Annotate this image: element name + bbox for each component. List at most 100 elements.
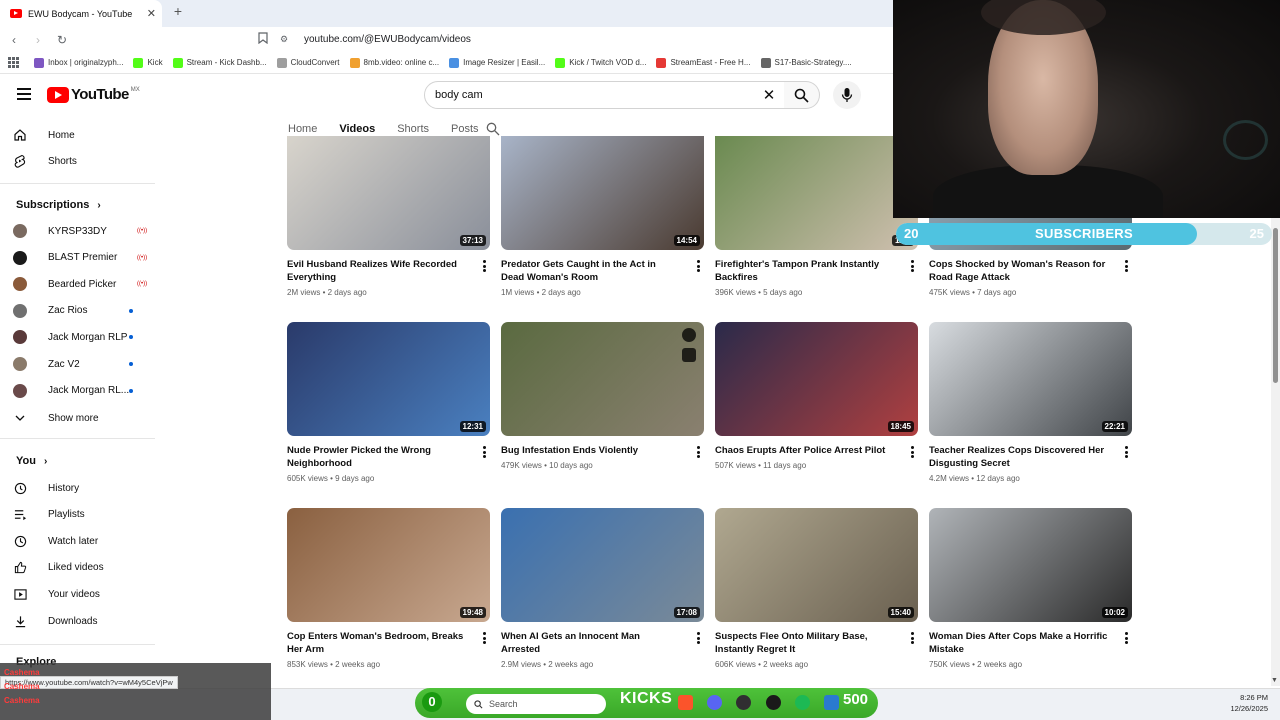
sidebar-item-downloads[interactable]: Downloads [0,608,155,634]
sidebar-item-subscription[interactable]: Jack Morgan RLP [0,324,155,350]
video-title[interactable]: Predator Gets Caught in the Act in Dead … [501,258,681,284]
video-card[interactable]: 12:31 Nude Prowler Picked the Wrong Neigh… [287,322,491,483]
obs-studio-icon[interactable] [766,695,781,710]
more-actions-icon[interactable] [911,260,915,274]
forward-icon[interactable]: › [28,33,48,47]
video-card[interactable]: 22:21 Teacher Realizes Cops Discovered He… [929,322,1133,483]
video-title[interactable]: Woman Dies After Cops Make a Horrific Mi… [929,630,1109,656]
video-title[interactable]: Suspects Flee Onto Military Base, Instan… [715,630,895,656]
video-card[interactable]: 18:45 Chaos Erupts After Police Arrest Pi… [715,322,919,470]
more-actions-icon[interactable] [483,446,487,460]
video-title[interactable]: Bug Infestation Ends Violently [501,444,681,457]
sidebar-item-subscription[interactable]: Bearded Picker ((•)) [0,271,155,297]
subscriptions-heading[interactable]: Subscriptions › [16,199,101,211]
sidebar-item-subscription[interactable]: BLAST Premier ((•)) [0,245,155,271]
close-tab-icon[interactable]: ✕ [147,7,156,20]
taskbar-clock[interactable]: 8:26 PM 12/26/2025 [1214,692,1268,714]
browser-tab[interactable]: EWU Bodycam - YouTube ✕ [0,0,162,27]
spotify-icon[interactable] [795,695,810,710]
add-to-queue-icon[interactable] [682,348,696,362]
sidebar-item-subscription[interactable]: Zac V2 [0,351,155,377]
bookmark-icon[interactable] [258,32,268,47]
video-thumbnail[interactable]: 19:48 [287,508,490,622]
reload-icon[interactable]: ↻ [52,33,72,47]
back-icon[interactable]: ‹ [4,33,24,47]
video-thumbnail[interactable] [501,322,704,436]
more-actions-icon[interactable] [911,632,915,646]
search-button[interactable] [784,81,820,109]
sidebar-item-subscription[interactable]: KYRSP33DY ((•)) [0,218,155,244]
more-actions-icon[interactable] [1125,260,1129,274]
sidebar-item-liked[interactable]: Liked videos [0,555,155,581]
voice-search-button[interactable] [833,81,861,109]
video-thumbnail[interactable]: 15:40 [715,508,918,622]
more-actions-icon[interactable] [697,632,701,646]
video-title[interactable]: Firefighter's Tampon Prank Instantly Bac… [715,258,895,284]
video-card[interactable]: 17:08 When AI Gets an Innocent Man Arrest… [501,508,705,669]
video-card[interactable]: 15:40 Suspects Flee Onto Military Base, I… [715,508,919,669]
page-scrollbar[interactable] [1271,146,1280,686]
bookmark-item[interactable]: 8mb.video: online c... [349,57,439,68]
address-bar[interactable]: ⚙ youtube.com/@EWUBodycam/videos [280,29,893,50]
you-heading[interactable]: You › [16,455,47,467]
video-title[interactable]: Evil Husband Realizes Wife Recorded Ever… [287,258,467,284]
more-actions-icon[interactable] [697,260,701,274]
scroll-down-arrow-icon[interactable]: ▼ [1271,677,1278,684]
youtube-logo[interactable]: YouTube MX [47,86,140,103]
clear-search-icon[interactable]: ✕ [754,86,784,104]
bookmark-item[interactable]: Kick / Twitch VOD d... [555,57,646,68]
video-title[interactable]: Chaos Erupts After Police Arrest Pilot [715,444,895,457]
video-thumbnail[interactable]: 37:13 [287,136,490,250]
apps-grid-icon[interactable] [8,56,20,69]
sidebar-item-subscription[interactable]: Jack Morgan RL... [0,378,155,404]
video-card[interactable]: Bug Infestation Ends Violently 479K views… [501,322,705,470]
more-actions-icon[interactable] [911,446,915,460]
sidebar-item-your-videos[interactable]: Your videos [0,581,155,607]
video-thumbnail[interactable]: 22:21 [929,322,1132,436]
more-actions-icon[interactable] [483,632,487,646]
more-actions-icon[interactable] [1125,446,1129,460]
new-tab-icon[interactable]: + [170,3,186,23]
search-input[interactable]: body cam ✕ [424,81,785,109]
more-actions-icon[interactable] [483,260,487,274]
video-thumbnail[interactable]: 14:54 [501,136,704,250]
task-manager-icon[interactable] [824,695,839,710]
bookmark-item[interactable]: StreamEast - Free H... [656,57,751,68]
video-title[interactable]: Cops Shocked by Woman's Reason for Road … [929,258,1109,284]
video-card[interactable]: 37:13 Evil Husband Realizes Wife Recorded… [287,136,491,297]
video-card[interactable]: 12:0 Firefighter's Tampon Prank Instantly… [715,136,919,297]
video-card[interactable]: 19:48 Cop Enters Woman's Bedroom, Breaks … [287,508,491,669]
sidebar-item-home[interactable]: Home [0,122,155,148]
video-thumbnail[interactable]: 18:45 [715,322,918,436]
video-card[interactable]: 14:54 Predator Gets Caught in the Act in … [501,136,705,297]
bookmark-item[interactable]: CloudConvert [276,57,340,68]
site-info-icon[interactable]: ⚙ [280,34,294,45]
video-title[interactable]: When AI Gets an Innocent Man Arrested [501,630,681,656]
video-thumbnail[interactable]: 10:02 [929,508,1132,622]
more-actions-icon[interactable] [697,446,701,460]
show-more-button[interactable]: Show more [0,405,155,431]
video-card[interactable]: 10:02 Woman Dies After Cops Make a Horrif… [929,508,1133,669]
sidebar-item-watch-later[interactable]: Watch later [0,528,155,554]
video-title[interactable]: Cop Enters Woman's Bedroom, Breaks Her A… [287,630,467,656]
sidebar-item-shorts[interactable]: Shorts [0,148,155,174]
bookmark-item[interactable]: Inbox | originalzyph... [34,57,123,68]
video-title[interactable]: Teacher Realizes Cops Discovered Her Dis… [929,444,1109,470]
more-actions-icon[interactable] [1125,632,1129,646]
hamburger-menu-icon[interactable] [17,88,31,100]
sidebar-item-subscription[interactable]: Zac Rios [0,298,155,324]
video-thumbnail[interactable]: 17:08 [501,508,704,622]
watch-later-icon[interactable] [682,328,696,342]
bookmark-item[interactable]: Image Resizer | Easil... [449,57,545,68]
taskbar-search-input[interactable]: Search [466,694,606,714]
video-thumbnail[interactable]: 12:31 [287,322,490,436]
bookmark-item[interactable]: S17-Basic-Strategy.... [760,57,852,68]
bookmark-item[interactable]: Stream - Kick Dashb... [172,57,267,68]
video-title[interactable]: Nude Prowler Picked the Wrong Neighborho… [287,444,467,470]
scrollbar-thumb[interactable] [1273,228,1278,383]
sidebar-item-playlists[interactable]: Playlists [0,502,155,528]
video-thumbnail[interactable]: 12:0 [715,136,918,250]
bookmark-item[interactable]: Kick [133,57,163,68]
discord-icon[interactable] [707,695,722,710]
brave-browser-icon[interactable] [678,695,693,710]
